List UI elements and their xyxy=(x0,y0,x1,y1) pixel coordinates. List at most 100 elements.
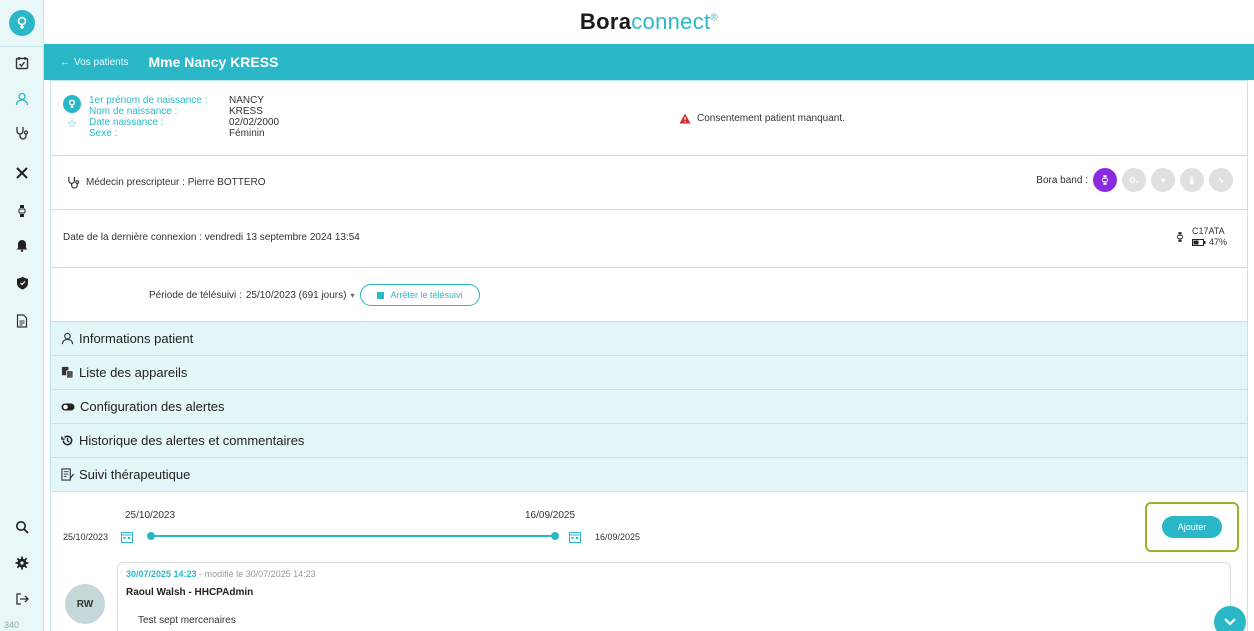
timeline-end-date: 16/09/2025 xyxy=(525,510,576,521)
logout-icon xyxy=(16,593,29,605)
telesuivi-label: Période de télésuivi : xyxy=(149,289,242,301)
range-end-date: 16/09/2025 xyxy=(595,532,641,542)
sidebar-item-documents[interactable] xyxy=(0,306,44,336)
sidebar-item-agenda[interactable] xyxy=(0,48,44,78)
prescriber-card: Médecin prescripteur : Pierre BOTTERO Bo… xyxy=(50,156,1248,210)
telesuivi-period: Période de télésuivi : 25/10/2023 (691 j… xyxy=(149,284,480,306)
device-id: C17ATA xyxy=(1191,226,1225,236)
birth-date-label: Date naissance : xyxy=(89,117,164,128)
accordion-alert-config[interactable]: Configuration des alertes xyxy=(50,390,1248,424)
stethoscope-icon xyxy=(68,176,80,189)
first-name-value: NANCY xyxy=(229,95,265,106)
devices-icon xyxy=(61,366,74,379)
app-logo-icon[interactable] xyxy=(9,10,35,36)
accordion-label: Configuration des alertes xyxy=(80,399,225,414)
identity-card: ☆ 1er prénom de naissance : NANCY Nom de… xyxy=(50,80,1248,156)
brand-name-bold: Bora xyxy=(579,9,632,34)
accordion-devices[interactable]: Liste des appareils xyxy=(50,356,1248,390)
comment-modified: - modifié le 30/07/2025 14:23 xyxy=(196,569,316,579)
shield-icon xyxy=(16,277,28,290)
sidebar-item-tools[interactable] xyxy=(0,158,44,188)
identity-fields: 1er prénom de naissance : NANCY Nom de n… xyxy=(89,95,329,139)
sidebar: 340 xyxy=(0,0,44,631)
last-connection-text: Date de la dernière connexion : vendredi… xyxy=(63,232,360,243)
patient-detail: ☆ 1er prénom de naissance : NANCY Nom de… xyxy=(50,80,1248,631)
device-status: C17ATA 47% xyxy=(1176,226,1227,248)
scroll-down-button[interactable] xyxy=(1214,606,1246,631)
sidebar-search[interactable] xyxy=(0,512,44,542)
calendar-icon[interactable] xyxy=(121,530,133,548)
comment-meta: 30/07/2025 14:23 - modifié le 30/07/2025… xyxy=(126,569,316,579)
stop-telesuivi-label: Arrêter le télésuivi xyxy=(390,290,463,300)
timeline-start-handle[interactable] xyxy=(147,532,155,540)
band-device-icon[interactable] xyxy=(1093,168,1117,192)
battery-level: 47% xyxy=(1208,237,1227,247)
brand-name-light: connect xyxy=(631,9,711,34)
accordion-alert-history[interactable]: Historique des alertes et commentaires xyxy=(50,424,1248,458)
patient-header: ← Vos patients Mme Nancy KRESS xyxy=(44,44,1254,80)
brand-logo: Boraconnect® xyxy=(580,9,718,35)
accordion-patient-info[interactable]: Informations patient xyxy=(50,322,1248,356)
gear-icon xyxy=(15,556,29,570)
toggle-icon xyxy=(61,403,75,410)
bora-band-status: Bora band : O₂ ♥ 🌡 ∿ xyxy=(1036,168,1233,192)
accordion-label: Historique des alertes et commentaires xyxy=(79,433,305,448)
identity-badge-icon xyxy=(63,95,81,113)
document-icon xyxy=(16,314,28,328)
sidebar-item-security[interactable] xyxy=(0,268,44,298)
stop-telesuivi-button[interactable]: Arrêter le télésuivi xyxy=(360,284,480,306)
avatar: RW xyxy=(65,584,105,624)
watch-icon xyxy=(1177,232,1183,242)
back-to-patients-link[interactable]: ← Vos patients xyxy=(60,57,128,68)
app-version: 340 xyxy=(4,620,20,630)
calendar-check-icon xyxy=(15,57,29,70)
therapeutic-followup-panel: 25/10/2023 16/09/2025 25/10/2023 16/09/2… xyxy=(50,492,1248,631)
consent-warning: Consentement patient manquant. xyxy=(679,113,845,124)
accordion-therapeutic-followup[interactable]: Suivi thérapeutique xyxy=(50,458,1248,492)
notes-icon xyxy=(61,468,74,481)
sidebar-divider xyxy=(0,46,44,47)
accordion-label: Liste des appareils xyxy=(79,365,188,380)
range-start-date: 25/10/2023 xyxy=(63,532,109,542)
accordion-label: Informations patient xyxy=(79,331,194,346)
comment-text: Test sept mercenaires xyxy=(138,615,236,626)
stethoscope-icon xyxy=(16,127,29,140)
telesuivi-card: Période de télésuivi : 25/10/2023 (691 j… xyxy=(50,268,1248,322)
spo2-icon[interactable]: O₂ xyxy=(1122,168,1146,192)
brand-bar: Boraconnect® xyxy=(44,0,1254,44)
bora-band-label: Bora band : xyxy=(1036,174,1088,186)
tools-icon xyxy=(16,167,28,179)
sidebar-item-alerts[interactable] xyxy=(0,230,44,260)
chevron-down-icon[interactable]: ▾ xyxy=(350,291,354,300)
stop-icon xyxy=(377,291,385,299)
connection-card: Date de la dernière connexion : vendredi… xyxy=(50,210,1248,268)
birth-date-value: 02/02/2000 xyxy=(229,117,280,128)
arrow-left-icon: ← xyxy=(60,56,70,68)
warning-icon xyxy=(679,113,691,124)
sidebar-settings[interactable] xyxy=(0,548,44,578)
sidebar-item-medical[interactable] xyxy=(0,118,44,148)
sex-label: Sexe : xyxy=(89,128,118,139)
add-button-highlight: Ajouter xyxy=(1145,502,1239,552)
add-button[interactable]: Ajouter xyxy=(1161,516,1223,538)
sidebar-item-devices[interactable] xyxy=(0,196,44,226)
heart-icon[interactable]: ♥ xyxy=(1151,168,1175,192)
timeline-end-handle[interactable] xyxy=(551,532,559,540)
device-icon xyxy=(18,205,26,217)
temperature-icon[interactable]: 🌡 xyxy=(1180,168,1204,192)
bell-icon xyxy=(16,240,28,252)
last-name-label: Nom de naissance : xyxy=(89,106,178,117)
activity-icon[interactable]: ∿ xyxy=(1209,168,1233,192)
prescriber-text: Médecin prescripteur : Pierre BOTTERO xyxy=(86,177,266,188)
favorite-star-icon[interactable]: ☆ xyxy=(67,117,77,130)
sidebar-logout[interactable] xyxy=(0,584,44,614)
page-title: Mme Nancy KRESS xyxy=(148,54,279,70)
timeline-range-track xyxy=(149,535,555,537)
telesuivi-select[interactable]: 25/10/2023 (691 jours) xyxy=(246,290,347,301)
sidebar-item-patients[interactable] xyxy=(0,84,44,114)
timeline-start-date: 25/10/2023 xyxy=(125,510,176,521)
comment-card: 30/07/2025 14:23 - modifié le 30/07/2025… xyxy=(117,562,1231,631)
comment-author: Raoul Walsh - HHCPAdmin xyxy=(126,587,254,598)
comment-datetime: 30/07/2025 14:23 xyxy=(126,569,197,579)
calendar-icon[interactable] xyxy=(569,530,581,548)
